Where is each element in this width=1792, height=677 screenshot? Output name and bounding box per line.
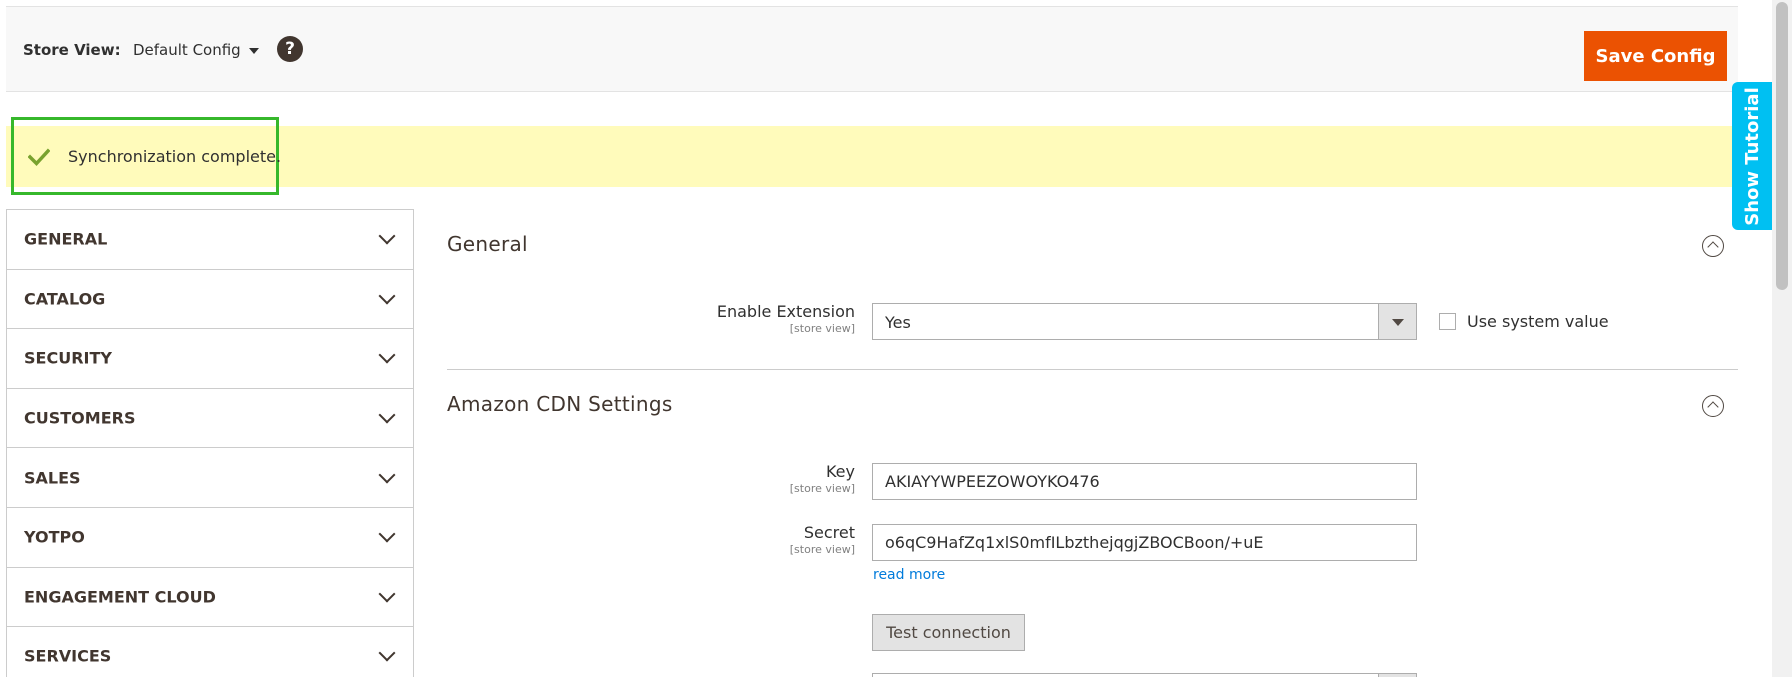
caret-down-icon: [248, 47, 259, 54]
sidebar-item-general[interactable]: GENERAL: [7, 210, 413, 270]
sidebar-item-label: GENERAL: [24, 229, 108, 249]
show-tutorial-tab[interactable]: Show Tutorial: [1732, 82, 1773, 230]
chevron-down-icon: [378, 406, 396, 424]
enable-extension-value: Yes: [885, 313, 911, 332]
key-label: Key: [825, 462, 855, 481]
store-view-dropdown[interactable]: Default Config: [133, 41, 259, 59]
sidebar-item-customers[interactable]: CUSTOMERS: [7, 389, 413, 449]
secret-scope: [store view]: [789, 543, 855, 556]
question-circle-icon[interactable]: ?: [277, 36, 303, 62]
chevron-down-icon: [378, 644, 396, 662]
chevron-down-icon: [378, 227, 396, 245]
collapse-up-icon[interactable]: [1702, 395, 1724, 417]
sidebar-item-label: YOTPO: [24, 527, 85, 547]
scrollbar-thumb[interactable]: [1776, 2, 1788, 290]
chevron-down-icon: [378, 525, 396, 543]
config-sidebar: GENERAL CATALOG SECURITY CUSTOMERS SALES…: [6, 209, 414, 677]
key-input[interactable]: [872, 463, 1417, 500]
sidebar-item-label: SALES: [24, 468, 81, 488]
read-more-link[interactable]: read more: [873, 567, 945, 583]
section-title-amazon-cdn[interactable]: Amazon CDN Settings: [447, 392, 673, 416]
show-tutorial-label: Show Tutorial: [1742, 86, 1763, 226]
sidebar-item-label: SERVICES: [24, 646, 112, 666]
sidebar-item-catalog[interactable]: CATALOG: [7, 270, 413, 330]
sidebar-item-label: CATALOG: [24, 289, 106, 309]
use-system-value-label: Use system value: [1467, 312, 1609, 331]
checkmark-icon: [28, 148, 50, 167]
store-view-value: Default Config: [133, 41, 241, 59]
sidebar-item-services[interactable]: SERVICES: [7, 627, 413, 677]
sidebar-item-label: SECURITY: [24, 348, 112, 368]
save-config-button[interactable]: Save Config: [1584, 31, 1727, 81]
collapse-up-icon[interactable]: [1702, 235, 1724, 257]
sidebar-item-label: ENGAGEMENT CLOUD: [24, 587, 216, 607]
enable-extension-label: Enable Extension: [716, 302, 855, 321]
success-message: Synchronization complete.: [68, 147, 282, 166]
section-divider: [447, 369, 1738, 370]
enable-extension-scope: [store view]: [789, 322, 855, 335]
page: Store View: Default Config ? Save Config…: [0, 0, 1792, 677]
chevron-down-icon: [378, 287, 396, 305]
checkbox-box[interactable]: [1439, 313, 1456, 330]
chevron-down-icon: [378, 466, 396, 484]
chevron-down-icon: [378, 585, 396, 603]
sidebar-item-yotpo[interactable]: YOTPO: [7, 508, 413, 568]
use-system-value-checkbox[interactable]: Use system value: [1439, 312, 1609, 331]
page-scrollbar[interactable]: [1772, 0, 1792, 677]
cdn-select-partial[interactable]: [872, 673, 1417, 677]
key-scope: [store view]: [789, 482, 855, 495]
sidebar-item-engagement-cloud[interactable]: ENGAGEMENT CLOUD: [7, 568, 413, 628]
sidebar-item-security[interactable]: SECURITY: [7, 329, 413, 389]
section-title-general[interactable]: General: [447, 232, 528, 256]
store-view-label: Store View:: [23, 41, 121, 59]
test-connection-button[interactable]: Test connection: [872, 614, 1025, 651]
chevron-down-icon: [378, 346, 396, 364]
secret-input[interactable]: [872, 524, 1417, 561]
sidebar-item-label: CUSTOMERS: [24, 408, 136, 428]
secret-label: Secret: [803, 523, 855, 542]
select-arrow-icon: [1378, 304, 1416, 339]
enable-extension-select[interactable]: Yes: [872, 303, 1417, 340]
sidebar-item-sales[interactable]: SALES: [7, 448, 413, 508]
store-switcher-bar: Store View: Default Config ? Save Config: [6, 6, 1738, 92]
